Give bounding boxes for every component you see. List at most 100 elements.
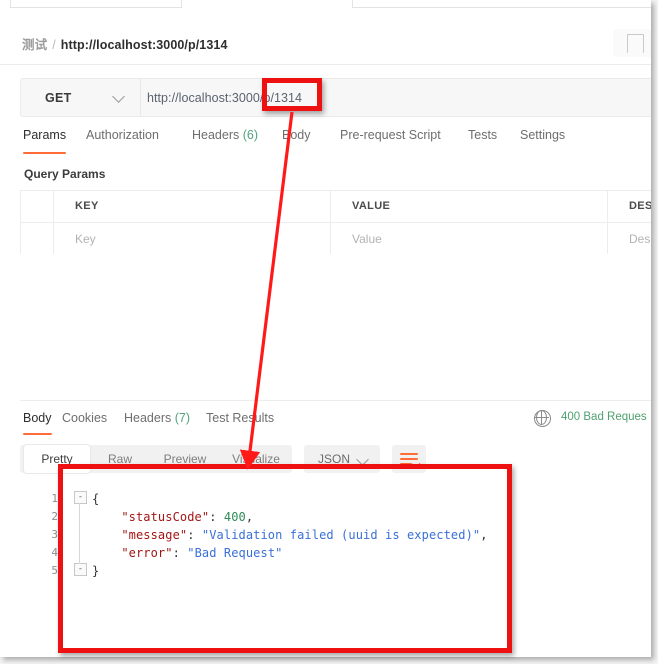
tab-body[interactable]: Body bbox=[282, 128, 311, 142]
code-token: "Validation failed (uuid is expected)" bbox=[201, 528, 481, 542]
response-tabs: Body Cookies Headers (7) Test Results bbox=[20, 411, 651, 439]
viewer-tab-label: Raw bbox=[107, 452, 132, 466]
query-params-title: Query Params bbox=[24, 167, 106, 181]
description-column-header: DESCRIPTION bbox=[629, 200, 651, 212]
url-input[interactable]: http://localhost:3000/p/1314 bbox=[147, 91, 302, 105]
response-tab-body[interactable]: Body bbox=[23, 411, 52, 435]
query-params-table: KEY VALUE DESCRIPTION Key Value Descript… bbox=[20, 190, 651, 255]
code-token: : bbox=[209, 510, 224, 524]
response-tab-label: Headers bbox=[124, 411, 172, 425]
value-input-cell[interactable]: Value bbox=[331, 223, 608, 254]
tab-label: Params bbox=[23, 128, 67, 142]
value-column-header: VALUE bbox=[331, 191, 608, 222]
tab-label: Tests bbox=[468, 128, 498, 142]
format-select-value: JSON bbox=[318, 452, 351, 466]
code-line: "statusCode": 400, bbox=[92, 510, 253, 524]
open-tab-2[interactable] bbox=[352, 0, 651, 8]
breadcrumb: 测试 / http://localhost:3000/p/1314 bbox=[22, 34, 228, 53]
request-tab-strip bbox=[0, 0, 651, 23]
line-number: 5 bbox=[51, 564, 58, 577]
request-body-empty-area bbox=[20, 254, 651, 401]
viewer-tab-label: Pretty bbox=[41, 452, 73, 466]
format-select[interactable]: JSON bbox=[304, 445, 380, 473]
line-number: 2 bbox=[51, 510, 58, 523]
code-token: : bbox=[187, 528, 202, 542]
viewer-tab-pretty[interactable]: Pretty bbox=[24, 445, 90, 473]
active-tab-underline bbox=[23, 432, 52, 435]
line-number: 3 bbox=[51, 528, 58, 541]
save-comment-button[interactable] bbox=[613, 29, 651, 57]
response-tab-label: Body bbox=[23, 411, 52, 425]
breadcrumb-separator: / bbox=[52, 38, 56, 52]
tab-label: Authorization bbox=[86, 128, 159, 142]
breadcrumb-request-name[interactable]: http://localhost:3000/p/1314 bbox=[61, 38, 228, 52]
word-wrap-button[interactable] bbox=[392, 445, 426, 473]
request-page: 测试 / http://localhost:3000/p/1314 GET http… bbox=[0, 0, 651, 657]
code-token: , bbox=[245, 510, 254, 524]
code-token: "Bad Request" bbox=[187, 546, 283, 560]
code-token: "error" bbox=[121, 546, 173, 560]
response-tab-label: Test Results bbox=[206, 411, 275, 425]
tab-label: Body bbox=[282, 128, 311, 142]
code-token: "message" bbox=[121, 528, 188, 542]
code-line: "message": "Validation failed (uuid is e… bbox=[92, 528, 488, 542]
response-tab-test-results[interactable]: Test Results bbox=[206, 411, 274, 425]
viewer-tab-group: Pretty Raw Preview Visualize bbox=[20, 445, 292, 473]
description-input-cell[interactable]: Description bbox=[608, 223, 651, 254]
tab-tests[interactable]: Tests bbox=[468, 128, 497, 142]
response-tab-count: (7) bbox=[171, 411, 190, 425]
tab-label: Settings bbox=[520, 128, 566, 142]
table-row[interactable]: Key Value Description bbox=[20, 223, 651, 255]
viewer-tab-label: Visualize bbox=[232, 452, 280, 466]
method-label: GET bbox=[45, 91, 72, 105]
viewer-tab-raw[interactable]: Raw bbox=[90, 445, 150, 473]
method-select[interactable]: GET bbox=[21, 79, 141, 116]
tab-params[interactable]: Params bbox=[23, 128, 67, 154]
code-token: "statusCode" bbox=[121, 510, 210, 524]
table-header-row: KEY VALUE DESCRIPTION bbox=[20, 191, 651, 223]
tab-authorization[interactable]: Authorization bbox=[86, 128, 159, 142]
code-token: , bbox=[480, 528, 488, 542]
chevron-down-icon bbox=[356, 453, 369, 466]
viewer-tab-preview[interactable]: Preview bbox=[150, 445, 220, 473]
response-tab-label: Cookies bbox=[62, 411, 108, 425]
save-comment-icon bbox=[627, 34, 644, 53]
tab-settings[interactable]: Settings bbox=[520, 128, 565, 142]
tab-pre-request-script[interactable]: Pre-request Script bbox=[340, 128, 441, 142]
code-fold-toggle[interactable]: - bbox=[74, 563, 87, 576]
tab-label: Pre-request Script bbox=[340, 128, 441, 142]
response-tab-headers[interactable]: Headers (7) bbox=[124, 411, 190, 425]
tab-label: Headers bbox=[192, 128, 240, 142]
response-body-editor[interactable]: 1 {2 "statusCode": 400, 3 "message": "Vali… bbox=[20, 478, 651, 657]
response-tab-cookies[interactable]: Cookies bbox=[62, 411, 107, 425]
line-number: 1 bbox=[51, 492, 58, 505]
breadcrumb-collection[interactable]: 测试 bbox=[22, 38, 47, 52]
code-token: { bbox=[92, 492, 100, 506]
chevron-down-icon bbox=[112, 90, 125, 103]
url-bar: GET http://localhost:3000/p/1314 bbox=[20, 78, 651, 117]
checkbox-column-header bbox=[20, 191, 54, 222]
request-header: 测试 / http://localhost:3000/p/1314 bbox=[0, 22, 651, 65]
globe-icon bbox=[533, 409, 551, 427]
globe-arc bbox=[536, 409, 547, 425]
line-number: 4 bbox=[51, 546, 58, 559]
code-fold-toggle[interactable]: - bbox=[74, 491, 87, 504]
tab-headers[interactable]: Headers (6) bbox=[192, 128, 258, 142]
viewer-tab-label: Preview bbox=[163, 452, 207, 466]
active-tab-underline bbox=[23, 151, 67, 154]
open-tab-1[interactable] bbox=[10, 0, 182, 8]
code-line: { bbox=[92, 492, 99, 506]
code-fold-guide bbox=[79, 503, 80, 564]
word-wrap-icon bbox=[400, 453, 418, 455]
code-line: } bbox=[92, 564, 99, 578]
key-column-header: KEY bbox=[54, 191, 331, 222]
viewer-tab-visualize[interactable]: Visualize bbox=[220, 445, 292, 473]
code-line: "error": "Bad Request" bbox=[92, 546, 282, 560]
key-input-cell[interactable]: Key bbox=[54, 223, 331, 254]
request-tabs: Params Authorization Headers (6) Body Pre-re… bbox=[20, 128, 651, 160]
row-checkbox-cell[interactable] bbox=[20, 223, 54, 254]
postman-window: 测试 / http://localhost:3000/p/1314 GET http… bbox=[0, 0, 658, 664]
code-token: 400 bbox=[223, 510, 246, 524]
